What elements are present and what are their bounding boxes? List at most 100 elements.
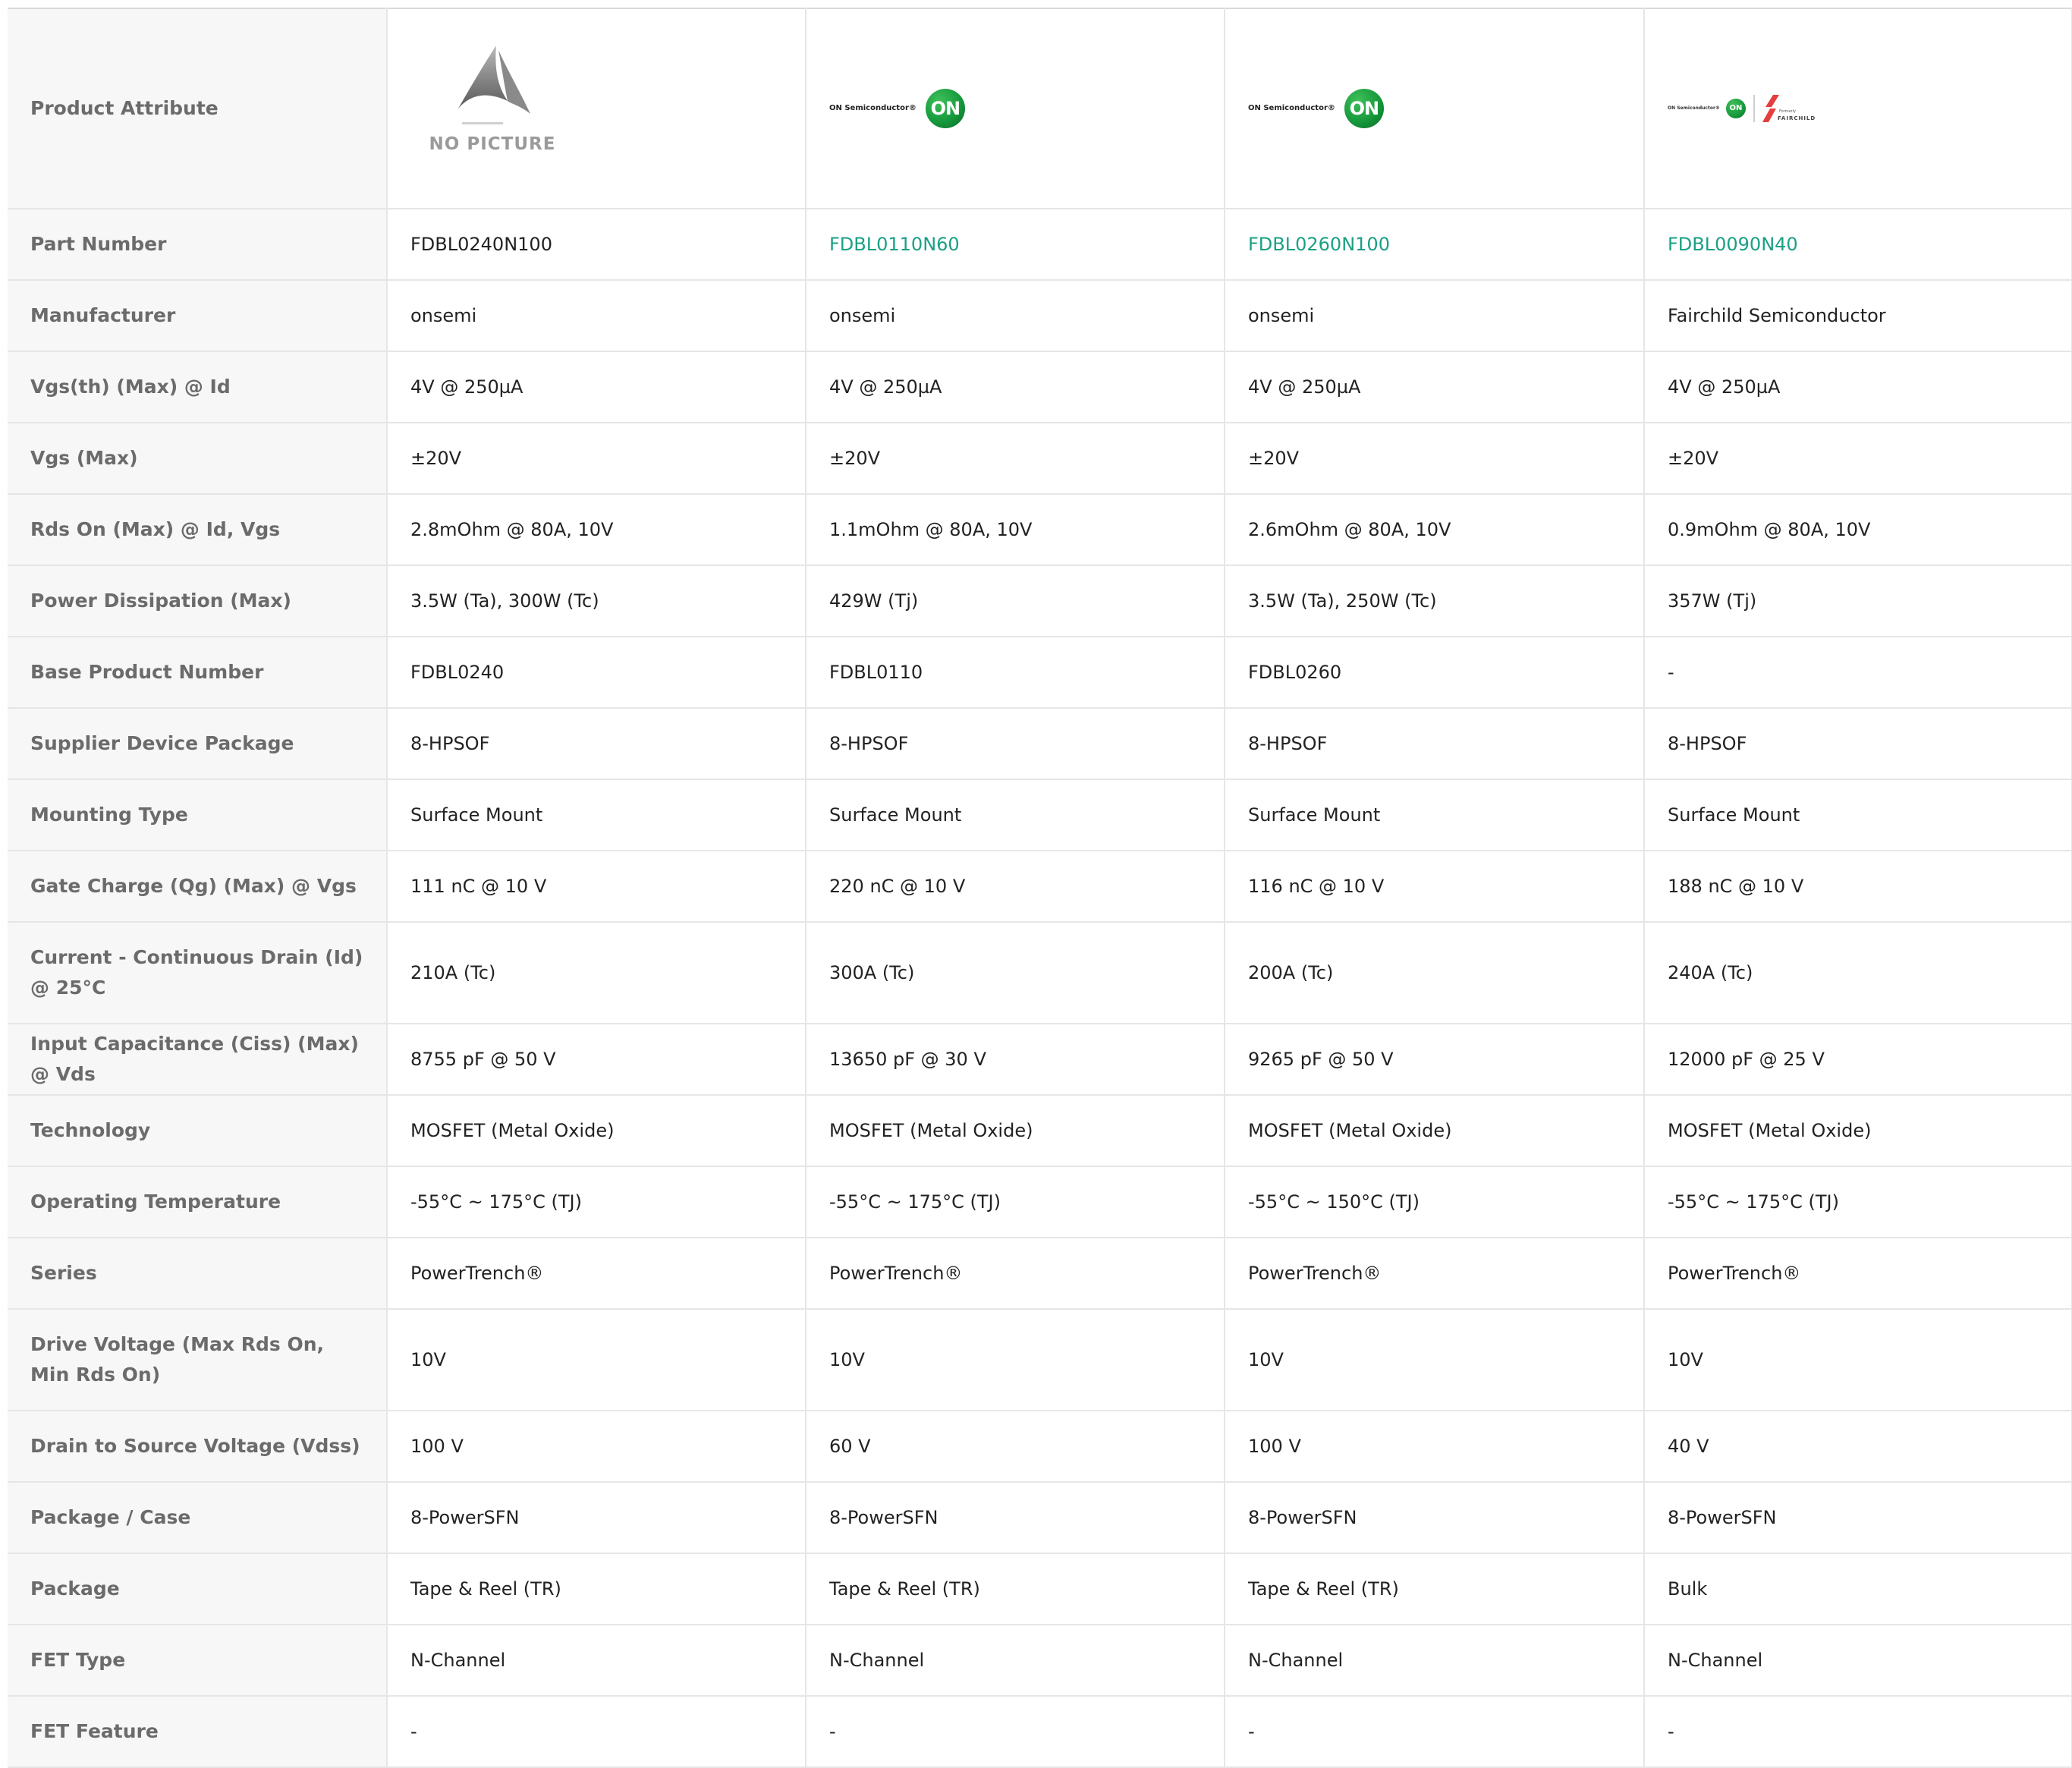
table-row: Technology MOSFET (Metal Oxide) MOSFET (Me… xyxy=(8,1095,2072,1167)
attribute-label: Drive Voltage (Max Rds On, Min Rds On) xyxy=(8,1309,388,1411)
attribute-value: Fairchild Semiconductor xyxy=(1644,280,2072,352)
table-row: FET Type N-Channel N-Channel N-Channel N-Cha… xyxy=(8,1625,2072,1697)
table-row: Current - Continuous Drain (Id) @ 25°C 21… xyxy=(8,922,2072,1024)
attribute-value: 1.1mOhm @ 80A, 10V xyxy=(806,494,1225,566)
on-logo-icon: ON xyxy=(1344,89,1384,128)
attribute-value: FDBL0240 xyxy=(387,637,806,709)
attribute-value: - xyxy=(387,1696,806,1768)
attribute-value: -55°C ~ 175°C (TJ) xyxy=(806,1166,1225,1238)
fairchild-mark-icon xyxy=(1762,95,1779,122)
attribute-value: onsemi xyxy=(1225,280,1645,352)
attribute-value: ±20V xyxy=(1644,423,2072,495)
table-row: Supplier Device Package 8-HPSOF 8-HPSOF 8-H… xyxy=(8,708,2072,780)
attribute-label: Gate Charge (Qg) (Max) @ Vgs xyxy=(8,851,388,923)
on-logo-icon: ON xyxy=(1725,99,1746,118)
attribute-label: Package xyxy=(8,1553,388,1625)
on-semiconductor-wordmark: ON Semiconductor® xyxy=(1248,104,1335,112)
attribute-value: 111 nC @ 10 V xyxy=(387,851,806,923)
attribute-value: 40 V xyxy=(1644,1411,2072,1483)
attribute-value: FDBL0240N100 xyxy=(387,209,806,281)
part-number-link[interactable]: FDBL0090N40 xyxy=(1644,209,2072,281)
product-attribute-header: Product Attribute xyxy=(8,8,388,209)
attribute-value: 8-PowerSFN xyxy=(1644,1482,2072,1554)
attribute-value: 220 nC @ 10 V xyxy=(806,851,1225,923)
attribute-value: MOSFET (Metal Oxide) xyxy=(806,1095,1225,1167)
attribute-value: PowerTrench® xyxy=(806,1238,1225,1310)
fairchild-name-text: FAIRCHILD xyxy=(1777,115,1816,121)
attribute-value: 10V xyxy=(1644,1309,2072,1411)
manufacturer-logo-3: ON Semiconductor® ON xyxy=(1225,8,1645,209)
attribute-value: FDBL0110 xyxy=(806,637,1225,709)
table-row: Vgs (Max) ±20V ±20V ±20V ±20V xyxy=(8,423,2072,495)
attribute-value: PowerTrench® xyxy=(1225,1238,1645,1310)
table-row: Package Tape & Reel (TR) Tape & Reel (TR) T… xyxy=(8,1553,2072,1625)
no-picture-text: NO PICTURE xyxy=(429,134,556,154)
attribute-value: onsemi xyxy=(806,280,1225,352)
attribute-rows: Part Number FDBL0240N100 FDBL0110N60 FDBL02… xyxy=(8,209,2072,1768)
attribute-value: Tape & Reel (TR) xyxy=(387,1553,806,1625)
attribute-value: 4V @ 250µA xyxy=(806,351,1225,423)
attribute-value: 200A (Tc) xyxy=(1225,922,1645,1024)
attribute-label: Current - Continuous Drain (Id) @ 25°C xyxy=(8,922,388,1024)
table-row: Drain to Source Voltage (Vdss) 100 V 60 V1… xyxy=(8,1411,2072,1483)
table-row: Vgs(th) (Max) @ Id 4V @ 250µA 4V @ 250µA 4V… xyxy=(8,351,2072,423)
attribute-value: 8-HPSOF xyxy=(806,708,1225,780)
attribute-value: 3.5W (Ta), 250W (Tc) xyxy=(1225,565,1645,637)
on-fairchild-logo: ON Semiconductor® ON Formerly FAIRCHILD xyxy=(1668,93,2048,124)
attribute-value: 8-PowerSFN xyxy=(1225,1482,1645,1554)
manufacturer-logo-4: ON Semiconductor® ON Formerly FAIRCHILD xyxy=(1644,8,2072,209)
attribute-value: 210A (Tc) xyxy=(387,922,806,1024)
product-image-1: NO PICTURE xyxy=(387,8,806,209)
on-semiconductor-logo: ON Semiconductor® ON xyxy=(829,89,1201,128)
attribute-value: -55°C ~ 175°C (TJ) xyxy=(387,1166,806,1238)
attribute-value: 4V @ 250µA xyxy=(387,351,806,423)
attribute-label: Series xyxy=(8,1238,388,1310)
attribute-value: Surface Mount xyxy=(1225,779,1645,851)
attribute-value: 13650 pF @ 30 V xyxy=(806,1024,1225,1096)
attribute-value: N-Channel xyxy=(1644,1625,2072,1697)
table-row: Package / Case 8-PowerSFN 8-PowerSFN 8-Powe… xyxy=(8,1482,2072,1554)
attribute-value: 9265 pF @ 50 V xyxy=(1225,1024,1645,1096)
placeholder-logo-icon xyxy=(458,46,530,114)
attribute-value: PowerTrench® xyxy=(387,1238,806,1310)
on-logo-icon: ON xyxy=(925,89,965,128)
attribute-value: 8-PowerSFN xyxy=(806,1482,1225,1554)
part-number-link[interactable]: FDBL0260N100 xyxy=(1225,209,1645,281)
table-row: Part Number FDBL0240N100 FDBL0110N60 FDBL02… xyxy=(8,209,2072,281)
attribute-value: Surface Mount xyxy=(806,779,1225,851)
product-comparison-table: Product Attribute NO PICTURE ON Semicond… xyxy=(8,8,2072,1768)
attribute-value: N-Channel xyxy=(387,1625,806,1697)
attribute-label: Operating Temperature xyxy=(8,1166,388,1238)
table-row: Gate Charge (Qg) (Max) @ Vgs 111 nC @ 10 … xyxy=(8,851,2072,923)
attribute-value: 10V xyxy=(387,1309,806,1411)
fairchild-logo: Formerly FAIRCHILD xyxy=(1762,93,1831,124)
attribute-value: 60 V xyxy=(806,1411,1225,1483)
attribute-value: -55°C ~ 150°C (TJ) xyxy=(1225,1166,1645,1238)
attribute-label: Power Dissipation (Max) xyxy=(8,565,388,637)
attribute-value: 100 V xyxy=(1225,1411,1645,1483)
attribute-value: Surface Mount xyxy=(387,779,806,851)
attribute-value: 12000 pF @ 25 V xyxy=(1644,1024,2072,1096)
attribute-label: Vgs(th) (Max) @ Id xyxy=(8,351,388,423)
attribute-value: 8-HPSOF xyxy=(1225,708,1645,780)
attribute-value: 300A (Tc) xyxy=(806,922,1225,1024)
attribute-value: - xyxy=(806,1696,1225,1768)
part-number-link[interactable]: FDBL0110N60 xyxy=(806,209,1225,281)
attribute-value: Surface Mount xyxy=(1644,779,2072,851)
attribute-value: 100 V xyxy=(387,1411,806,1483)
logo-row: Product Attribute NO PICTURE ON Semicond… xyxy=(8,8,2072,209)
attribute-label: Rds On (Max) @ Id, Vgs xyxy=(8,494,388,566)
attribute-label: Mounting Type xyxy=(8,779,388,851)
attribute-value: FDBL0260 xyxy=(1225,637,1645,709)
attribute-value: ±20V xyxy=(387,423,806,495)
attribute-value: onsemi xyxy=(387,280,806,352)
attribute-value: 8-HPSOF xyxy=(1644,708,2072,780)
attribute-value: ±20V xyxy=(1225,423,1645,495)
attribute-label: FET Feature xyxy=(8,1696,388,1768)
comparison-table-wrapper: Product Attribute NO PICTURE ON Semicond… xyxy=(8,8,2072,1768)
manufacturer-logo-2: ON Semiconductor® ON xyxy=(806,8,1225,209)
no-picture-placeholder: NO PICTURE xyxy=(424,44,576,173)
table-row: Base Product Number FDBL0240 FDBL0110 FDBL0… xyxy=(8,637,2072,709)
on-semiconductor-wordmark: ON Semiconductor® xyxy=(829,104,917,112)
attribute-value: - xyxy=(1644,1696,2072,1768)
